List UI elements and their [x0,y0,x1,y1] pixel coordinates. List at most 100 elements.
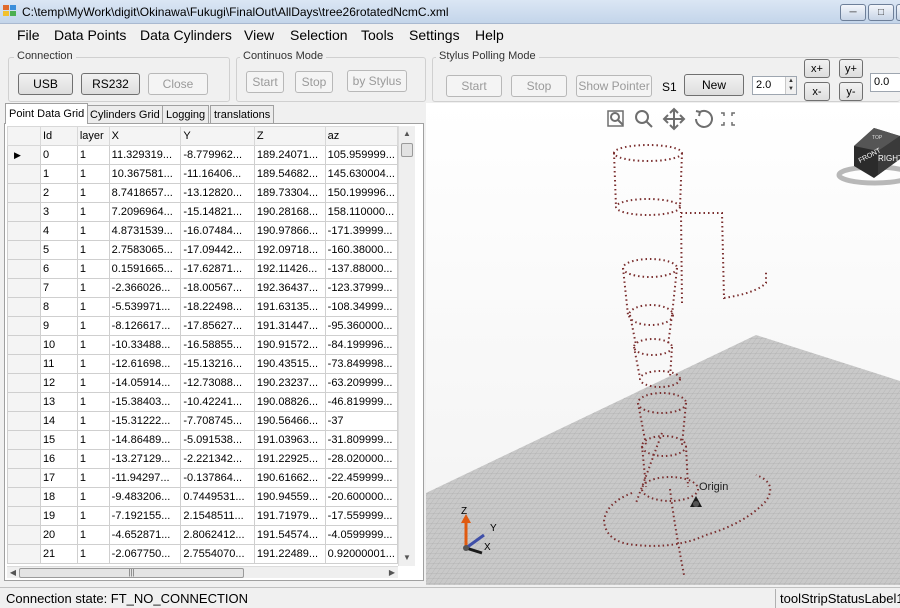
table-cell[interactable]: -17.09442... [180,240,255,260]
row-header[interactable] [7,202,41,222]
table-cell[interactable]: -18.00567... [180,278,255,298]
column-header-y[interactable]: Y [180,126,255,146]
menu-view[interactable]: View [244,27,274,43]
table-cell[interactable]: 1 [76,525,110,545]
table-cell[interactable]: 0 [39,145,78,165]
table-cell[interactable]: -63.209999... [324,373,398,393]
table-cell[interactable]: -15.14821... [180,202,255,222]
table-cell[interactable]: 14 [39,411,78,431]
table-cell[interactable]: -10.42241... [180,392,255,412]
table-cell[interactable]: -13.27129... [108,449,182,469]
table-row[interactable]: 9 1 -8.126617... -17.85627... 191.31447... -9… [7,316,398,336]
y-plus-button[interactable]: y+ [839,59,863,78]
scroll-down-icon[interactable]: ▼ [399,550,415,566]
table-cell[interactable]: 158.110000... [324,202,398,222]
tab-cylinders-grid[interactable]: Cylinders Grid [86,105,164,123]
table-cell[interactable]: -8.779962... [180,145,255,165]
scroll-right-icon[interactable]: ▶ [386,567,398,579]
table-row[interactable]: 3 1 7.2096964... -15.14821... 190.28168... 15… [7,202,398,222]
table-cell[interactable]: 1 [76,259,110,279]
table-cell[interactable]: 1 [76,411,110,431]
table-cell[interactable]: 191.03963... [253,430,326,450]
table-cell[interactable]: -13.12820... [180,183,255,203]
table-cell[interactable]: -160.38000... [324,240,398,260]
table-cell[interactable]: 190.23237... [253,373,326,393]
row-header[interactable] [7,297,41,317]
row-header[interactable] [7,183,41,203]
row-header[interactable] [7,544,41,564]
table-cell[interactable]: -31.809999... [324,430,398,450]
spinner-arrows-icon[interactable]: ▲ ▼ [785,77,796,94]
table-cell[interactable]: -16.07484... [180,221,255,241]
table-cell[interactable]: 10 [39,335,78,355]
table-cell[interactable]: 191.31447... [253,316,326,336]
table-cell[interactable]: 1 [76,468,110,488]
table-cell[interactable]: 1 [76,373,110,393]
table-cell[interactable]: 20 [39,525,78,545]
table-cell[interactable]: 4.8731539... [108,221,182,241]
table-cell[interactable]: 10.367581... [108,164,182,184]
table-cell[interactable]: -4.0599999... [324,525,398,545]
row-header[interactable] [7,506,41,526]
table-cell[interactable]: -15.31222... [108,411,182,431]
table-cell[interactable]: -11.94297... [108,468,182,488]
table-cell[interactable]: 190.94559... [253,487,326,507]
horizontal-scroll-thumb[interactable]: ||| [19,568,244,578]
table-cell[interactable]: 1 [76,145,110,165]
table-cell[interactable]: 2.7554070... [180,544,255,564]
table-cell[interactable]: 190.97866... [253,221,326,241]
row-header[interactable] [7,354,41,374]
table-row[interactable]: ▶ 0 1 11.329319... -8.779962... 189.24071... 1… [7,145,398,165]
table-cell[interactable]: 190.08826... [253,392,326,412]
menu-data-cylinders[interactable]: Data Cylinders [140,27,232,43]
3d-viewport[interactable]: Origin Z Y X FRONT RIGHT TOP [426,103,900,585]
table-cell[interactable]: 21 [39,544,78,564]
continuous-stop-button[interactable]: Stop [295,71,333,93]
table-cell[interactable]: 1 [76,487,110,507]
table-cell[interactable]: 1 [76,354,110,374]
table-cell[interactable]: -14.05914... [108,373,182,393]
table-cell[interactable]: 1 [76,297,110,317]
table-row[interactable]: 11 1 -12.61698... -15.13216... 190.43515... -… [7,354,398,374]
table-cell[interactable]: -17.62871... [180,259,255,279]
table-cell[interactable]: -4.652871... [108,525,182,545]
column-header-x[interactable]: X [108,126,182,146]
table-cell[interactable]: 3 [39,202,78,222]
table-cell[interactable]: 0.92000001... [324,544,398,564]
scroll-up-icon[interactable]: ▲ [399,126,415,142]
table-cell[interactable]: 1 [76,506,110,526]
table-cell[interactable]: -10.33488... [108,335,182,355]
table-cell[interactable]: -5.539971... [108,297,182,317]
table-row[interactable]: 18 1 -9.483206... 0.7449531... 190.94559... -… [7,487,398,507]
close-button[interactable]: Close [148,73,208,95]
table-cell[interactable]: 1 [76,221,110,241]
table-cell[interactable]: 2.7583065... [108,240,182,260]
table-cell[interactable]: -15.13216... [180,354,255,374]
table-row[interactable]: 15 1 -14.86489... -5.091538... 191.03963... -… [7,430,398,450]
table-cell[interactable]: 15 [39,430,78,450]
grid-horizontal-scrollbar[interactable]: ◀ ||| ▶ [7,566,398,578]
table-cell[interactable]: 191.71979... [253,506,326,526]
table-cell[interactable]: -5.091538... [180,430,255,450]
table-cell[interactable]: 190.91572... [253,335,326,355]
step-spinner[interactable]: 2.0 ▲ ▼ [752,76,797,95]
tab-point-data-grid[interactable]: Point Data Grid [5,103,89,124]
table-cell[interactable]: 13 [39,392,78,412]
table-cell[interactable]: 5 [39,240,78,260]
table-cell[interactable]: 9 [39,316,78,336]
table-cell[interactable]: 1 [76,449,110,469]
row-header[interactable] [7,468,41,488]
row-header[interactable] [7,411,41,431]
table-cell[interactable]: 18 [39,487,78,507]
table-cell[interactable]: -17.559999... [324,506,398,526]
column-header-layer[interactable]: layer [76,126,110,146]
table-cell[interactable]: 1 [76,202,110,222]
table-cell[interactable]: -14.86489... [108,430,182,450]
table-row[interactable]: 6 1 0.1591665... -17.62871... 192.11426... -1… [7,259,398,279]
tab-logging[interactable]: Logging [162,105,210,123]
menu-selection[interactable]: Selection [290,27,348,43]
table-cell[interactable]: -108.34999... [324,297,398,317]
stylus-stop-button[interactable]: Stop [511,75,567,97]
table-cell[interactable]: -28.020000... [324,449,398,469]
row-header[interactable] [7,164,41,184]
